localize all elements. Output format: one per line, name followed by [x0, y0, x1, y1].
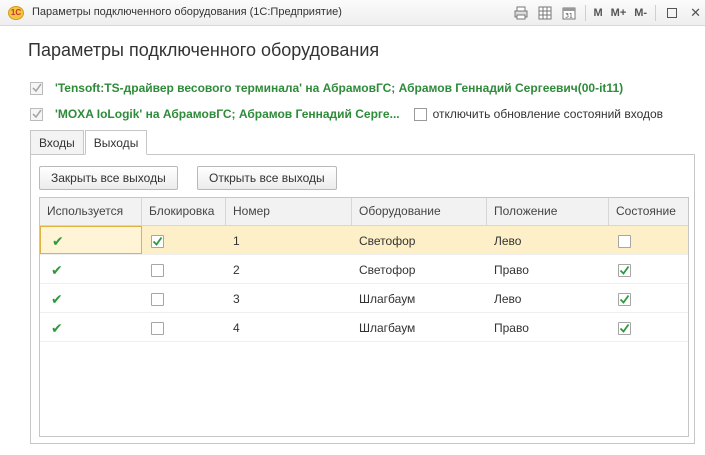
column-header-blocked[interactable]: Блокировка [142, 198, 226, 225]
state-checkbox[interactable] [618, 321, 631, 335]
state-checkbox[interactable] [618, 292, 631, 306]
equipment-cell: Шлагбаум [359, 321, 416, 335]
used-cell[interactable]: ✔ [40, 255, 142, 283]
equipment-checkbox-1 [30, 81, 43, 95]
number-cell: 2 [233, 263, 240, 277]
column-header-state[interactable]: Состояние [609, 198, 688, 225]
column-header-position[interactable]: Положение [487, 198, 609, 225]
number-cell: 3 [233, 292, 240, 306]
window-titlebar: 1С Параметры подключенного оборудования … [0, 0, 705, 26]
position-cell: Лево [494, 234, 522, 248]
blocked-cell[interactable] [142, 313, 226, 341]
equipment-label-2: 'MOXA IoLogik' на АбрамовГС; Абрамов Ген… [55, 107, 400, 121]
outputs-panel: Закрыть все выходы Открыть все выходы Ис… [30, 154, 695, 444]
blocked-checkbox[interactable] [151, 292, 164, 306]
memory-plus-button[interactable]: M+ [611, 7, 627, 19]
app-logo-icon: 1С [8, 6, 24, 20]
state-checkbox[interactable] [618, 234, 631, 248]
equipment-checkbox-2 [30, 107, 43, 121]
memory-button[interactable]: M [594, 7, 603, 19]
state-cell[interactable] [609, 255, 688, 283]
blocked-checkbox[interactable] [151, 234, 164, 248]
equipment-line-1: 'Tensoft:TS-драйвер весового терминала' … [30, 80, 623, 96]
window-toolbar: 31 M M+ M- ✕ [509, 3, 705, 23]
maximize-icon[interactable] [664, 5, 680, 21]
tab-inputs[interactable]: Входы [30, 130, 84, 155]
disable-inputs-label[interactable]: отключить обновление состояний входов [433, 107, 663, 121]
column-header-number[interactable]: Номер [226, 198, 352, 225]
calendar-icon[interactable]: 31 [561, 5, 577, 21]
state-checkbox[interactable] [618, 263, 631, 277]
blocked-cell[interactable] [142, 255, 226, 283]
equipment-line-2: 'MOXA IoLogik' на АбрамовГС; Абрамов Ген… [30, 106, 663, 122]
table-row[interactable]: ✔ 4 Шлагбаум Право [40, 313, 688, 342]
outputs-table: Используется Блокировка Номер Оборудован… [39, 197, 689, 437]
table-icon[interactable] [537, 5, 553, 21]
close-icon[interactable]: ✕ [690, 5, 701, 21]
used-cell[interactable]: ✔ [40, 313, 142, 341]
window-title: Параметры подключенного оборудования (1С… [32, 6, 342, 18]
memory-minus-button[interactable]: M- [634, 7, 647, 19]
equipment-cell: Светофор [359, 263, 416, 277]
blocked-cell[interactable] [142, 284, 226, 312]
blocked-checkbox[interactable] [151, 321, 164, 335]
equipment-cell: Светофор [359, 234, 416, 248]
blocked-cell[interactable] [142, 226, 226, 254]
state-cell[interactable] [609, 226, 688, 254]
page-title: Параметры подключенного оборудования [28, 40, 380, 60]
used-cell[interactable]: ✔ [40, 226, 142, 254]
toolbar-separator [655, 5, 657, 21]
state-cell[interactable] [609, 284, 688, 312]
open-all-outputs-button[interactable]: Открыть все выходы [197, 166, 337, 190]
disable-inputs-checkbox[interactable] [413, 107, 427, 121]
print-icon[interactable] [513, 5, 529, 21]
position-cell: Лево [494, 292, 522, 306]
used-check-icon: ✔ [51, 290, 63, 307]
column-header-used[interactable]: Используется [40, 198, 142, 225]
state-cell[interactable] [609, 313, 688, 341]
used-check-icon: ✔ [51, 319, 63, 336]
number-cell: 1 [233, 234, 240, 248]
equipment-label-1: 'Tensoft:TS-драйвер весового терминала' … [55, 81, 624, 95]
table-row[interactable]: ✔ 1 Светофор Лево [40, 226, 688, 255]
used-cell[interactable]: ✔ [40, 284, 142, 312]
tab-outputs[interactable]: Выходы [84, 130, 148, 155]
table-row[interactable]: ✔ 2 Светофор Право [40, 255, 688, 284]
column-header-equipment[interactable]: Оборудование [352, 198, 487, 225]
svg-text:31: 31 [565, 13, 573, 20]
table-header: Используется Блокировка Номер Оборудован… [40, 198, 688, 226]
used-check-icon: ✔ [51, 261, 63, 278]
number-cell: 4 [233, 321, 240, 335]
tab-bar: Входы Выходы [30, 130, 148, 155]
used-check-icon: ✔ [52, 232, 64, 249]
blocked-checkbox[interactable] [151, 263, 164, 277]
table-row[interactable]: ✔ 3 Шлагбаум Лево [40, 284, 688, 313]
position-cell: Право [494, 321, 529, 335]
position-cell: Право [494, 263, 529, 277]
toolbar-separator [584, 5, 586, 21]
equipment-cell: Шлагбаум [359, 292, 416, 306]
close-all-outputs-button[interactable]: Закрыть все выходы [39, 166, 178, 190]
